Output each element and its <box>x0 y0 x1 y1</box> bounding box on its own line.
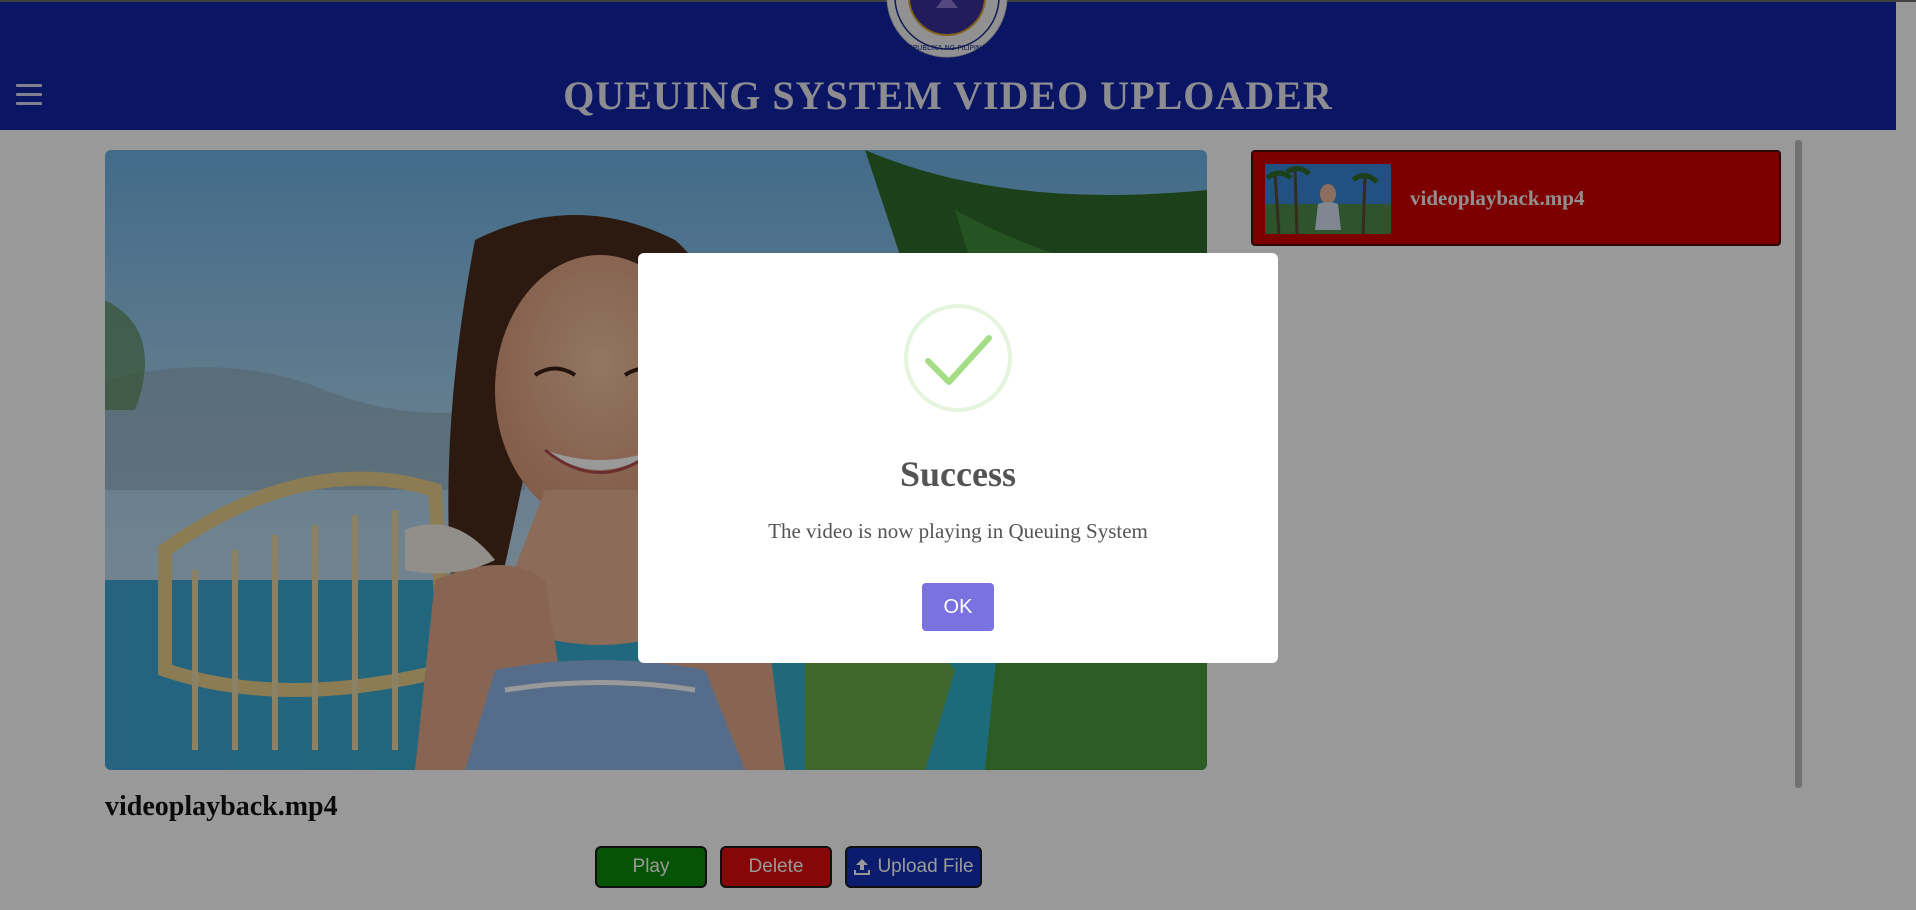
ok-button[interactable]: OK <box>922 583 994 631</box>
dialog-title: Success <box>900 454 1016 494</box>
success-check-icon <box>904 304 1012 412</box>
dialog-message: The video is now playing in Queuing Syst… <box>768 519 1148 543</box>
success-dialog: Success The video is now playing in Queu… <box>638 253 1278 663</box>
page: REPUBLIKA NG PILIPINAS QUEUING SYSTEM VI… <box>0 0 1916 910</box>
ok-button-label: OK <box>943 595 973 618</box>
